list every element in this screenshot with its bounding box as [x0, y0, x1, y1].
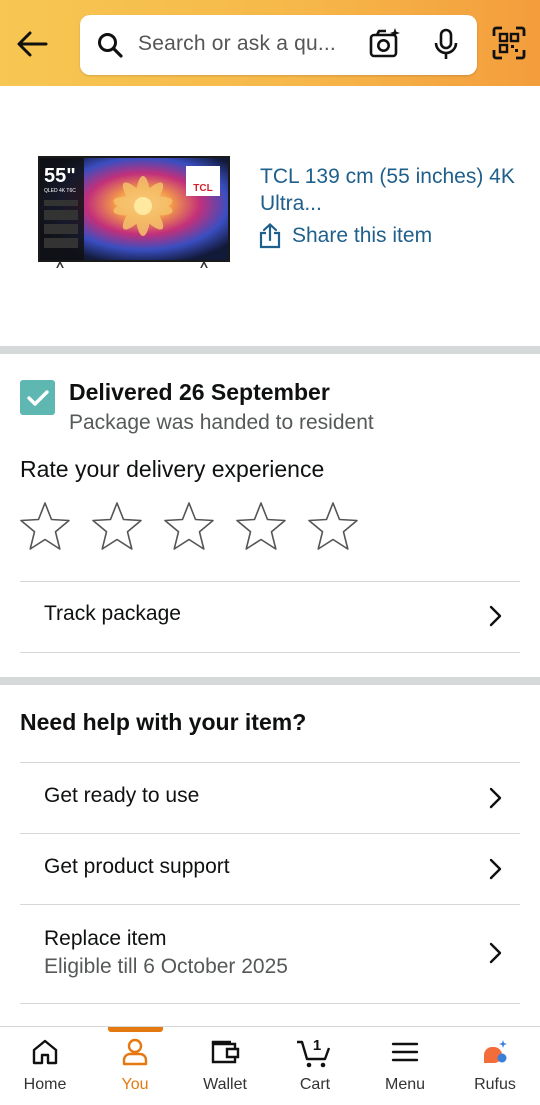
replace-item-row[interactable]: Replace item Eligible till 6 October 202… — [20, 904, 520, 1004]
section-divider — [0, 677, 540, 685]
rufus-icon — [484, 1040, 507, 1063]
share-label: Share this item — [292, 224, 433, 247]
camera-sparkle-icon[interactable] — [368, 27, 402, 61]
nav-rufus[interactable]: Rufus — [450, 1027, 540, 1105]
top-header: Search or ask a qu... — [0, 0, 540, 86]
nav-menu-label: Menu — [384, 1076, 426, 1093]
microphone-icon[interactable] — [432, 28, 460, 62]
nav-cart[interactable]: 1 Cart — [270, 1027, 360, 1105]
user-icon — [122, 1038, 148, 1066]
search-icon — [98, 33, 123, 58]
share-icon — [259, 223, 281, 249]
qr-scan-icon[interactable] — [492, 26, 526, 60]
home-icon — [32, 1039, 58, 1065]
menu-icon — [391, 1042, 419, 1062]
delivered-check-icon — [20, 380, 55, 415]
nav-home[interactable]: Home — [0, 1027, 90, 1105]
star-icon[interactable] — [90, 500, 144, 554]
cart-icon: 1 — [297, 1037, 331, 1068]
svg-text:55": 55" — [44, 165, 76, 187]
arrow-left-icon — [17, 31, 48, 57]
cart-count-badge: 1 — [313, 1037, 321, 1054]
replace-eligibility-text: Eligible till 6 October 2025 — [44, 955, 288, 978]
delivery-status-title: Delivered 26 September — [69, 379, 330, 405]
nav-rufus-label: Rufus — [474, 1076, 516, 1093]
star-icon[interactable] — [18, 500, 72, 554]
star-icon[interactable] — [234, 500, 288, 554]
nav-wallet-label: Wallet — [203, 1076, 247, 1093]
track-package-label: Track package — [44, 602, 181, 625]
nav-home-label: Home — [23, 1076, 67, 1093]
chevron-right-icon — [489, 605, 502, 627]
get-ready-label: Get ready to use — [44, 784, 200, 807]
delivery-status-subtitle: Package was handed to resident — [69, 411, 374, 434]
section-divider — [0, 346, 540, 354]
chevron-right-icon — [489, 858, 502, 880]
wallet-icon — [211, 1040, 240, 1064]
rate-delivery-label: Rate your delivery experience — [20, 456, 325, 482]
back-button[interactable] — [14, 26, 50, 62]
chevron-right-icon — [489, 942, 502, 964]
chevron-right-icon — [489, 787, 502, 809]
help-section-title: Need help with your item? — [20, 709, 307, 735]
delivery-rating-stars — [18, 500, 360, 554]
nav-cart-label: Cart — [299, 1076, 331, 1093]
search-input[interactable]: Search or ask a qu... — [138, 32, 336, 56]
nav-wallet[interactable]: Wallet — [180, 1027, 270, 1105]
search-bar[interactable]: Search or ask a qu... — [80, 15, 477, 75]
get-product-support-row[interactable]: Get product support — [20, 833, 520, 905]
star-icon[interactable] — [306, 500, 360, 554]
replace-item-label: Replace item — [44, 927, 167, 950]
product-title[interactable]: TCL 139 cm (55 inches) 4K Ultra... — [260, 163, 520, 217]
nav-you[interactable]: You — [90, 1027, 180, 1105]
star-icon[interactable] — [162, 500, 216, 554]
track-package-row[interactable]: Track package — [20, 581, 520, 653]
nav-you-label: You — [121, 1076, 149, 1093]
product-support-label: Get product support — [44, 855, 230, 878]
product-card[interactable]: TCL 55" QLED 4K T6C TCL 139 cm (55 inche… — [0, 86, 540, 346]
bottom-navigation: Home You Wallet 1 Cart Menu Rufus — [0, 1026, 540, 1105]
svg-text:TCL: TCL — [193, 183, 212, 194]
product-image[interactable]: TCL 55" QLED 4K T6C — [38, 156, 230, 268]
nav-menu[interactable]: Menu — [360, 1027, 450, 1105]
svg-text:QLED 4K T6C: QLED 4K T6C — [44, 188, 76, 194]
share-item-link[interactable]: Share this item — [258, 223, 432, 249]
get-ready-to-use-row[interactable]: Get ready to use — [20, 762, 520, 834]
